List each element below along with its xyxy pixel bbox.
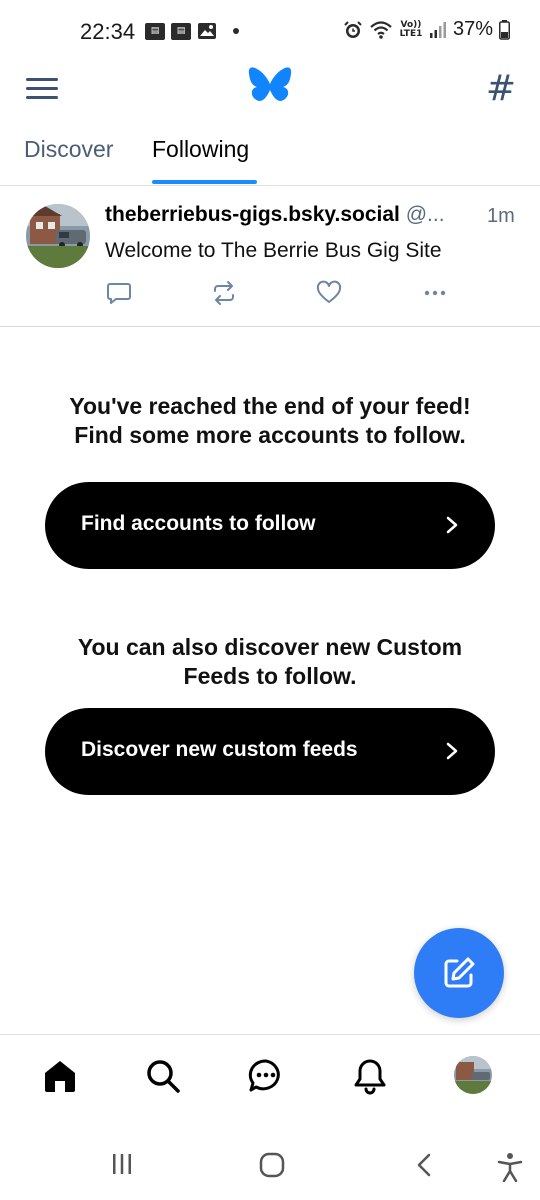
hash-icon[interactable]: # (486, 68, 516, 109)
compose-icon (444, 957, 475, 988)
back-icon[interactable] (414, 1152, 434, 1178)
post-handle[interactable]: @... (406, 203, 445, 226)
app-bar: # (0, 64, 540, 112)
signal-icon (429, 21, 446, 38)
home-circle-icon[interactable] (259, 1152, 285, 1178)
custom-feeds-message: You can also discover new Custom Feeds t… (0, 633, 540, 691)
discover-custom-feeds-label: Discover new custom feeds (81, 738, 358, 761)
repost-icon[interactable] (210, 279, 238, 307)
end-of-feed-message: You've reached the end of your feed! Fin… (0, 392, 540, 450)
bell-icon[interactable] (351, 1057, 389, 1095)
post-time: 1m (487, 205, 515, 227)
find-accounts-label: Find accounts to follow (81, 512, 316, 535)
tab-selected-indicator (152, 180, 257, 184)
recents-icon[interactable] (110, 1152, 134, 1176)
chevron-right-icon (446, 742, 458, 760)
battery-percentage: 37% (452, 18, 493, 40)
alarm-icon (344, 20, 362, 38)
status-notification-icons: ▤ ▤ (145, 22, 239, 40)
reply-icon[interactable] (105, 279, 133, 307)
chat-icon[interactable] (247, 1057, 285, 1095)
avatar[interactable] (26, 204, 90, 268)
status-bar: 22:34 ▤ ▤ Vo)) LTE1 37% (0, 0, 540, 64)
notification-box-icon: ▤ (145, 22, 165, 40)
more-icon[interactable] (421, 279, 449, 307)
chevron-right-icon (446, 516, 458, 534)
find-accounts-button[interactable]: Find accounts to follow (45, 482, 495, 569)
post-actions (105, 279, 465, 307)
custom-feeds-line1: You can also discover new Custom (77, 634, 463, 660)
custom-feeds-line2: Feeds to follow. (183, 663, 357, 689)
tab-following[interactable]: Following (152, 136, 249, 163)
post-text: Welcome to The Berrie Bus Gig Site (105, 239, 442, 262)
post-author[interactable]: theberriebus-gigs.bsky.social (105, 203, 400, 226)
status-time: 22:34 (80, 19, 136, 44)
dot-icon (233, 28, 239, 34)
status-right-icons: Vo)) LTE1 37% (343, 18, 510, 41)
home-icon[interactable] (41, 1057, 79, 1095)
end-of-feed-line2: Find some more accounts to follow. (74, 422, 466, 448)
bluesky-butterfly-logo[interactable] (247, 66, 293, 108)
discover-custom-feeds-button[interactable]: Discover new custom feeds (45, 708, 495, 795)
accessibility-icon[interactable] (497, 1152, 523, 1182)
feed-tabs: Discover Following (0, 132, 540, 186)
post-header: theberriebus-gigs.bsky.social @... (105, 203, 525, 227)
wifi-icon (370, 20, 392, 39)
end-of-feed-line1: You've reached the end of your feed! (69, 393, 471, 419)
feed-post[interactable]: theberriebus-gigs.bsky.social @... 1m We… (0, 187, 540, 327)
compose-button[interactable] (414, 928, 504, 1018)
profile-avatar[interactable] (454, 1056, 492, 1094)
hamburger-menu-icon[interactable] (26, 78, 58, 100)
gallery-icon (198, 23, 216, 39)
tab-discover[interactable]: Discover (24, 136, 113, 163)
volte-icon: Vo)) LTE1 (399, 19, 423, 39)
battery-icon (499, 19, 510, 40)
system-nav-bar (0, 1126, 540, 1200)
like-icon[interactable] (315, 279, 343, 307)
search-icon[interactable] (144, 1057, 182, 1095)
notification-box-icon: ▤ (171, 22, 191, 40)
bottom-nav (0, 1034, 540, 1126)
